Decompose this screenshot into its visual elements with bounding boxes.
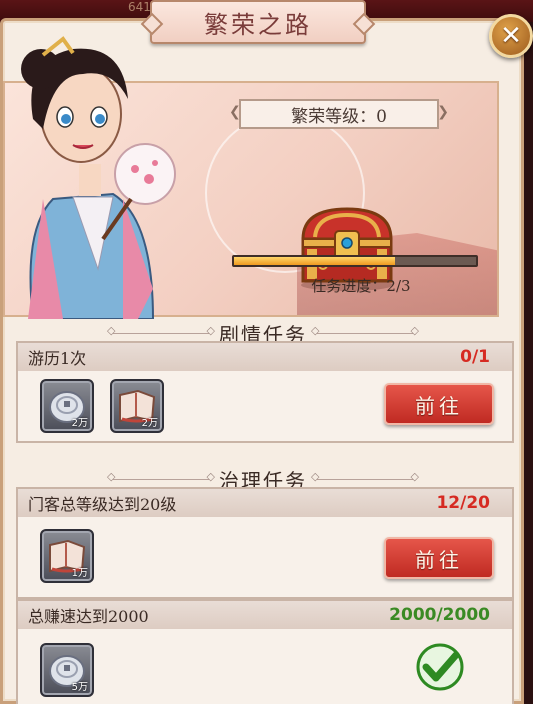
prosperity-level-plate: 繁荣等级：0	[229, 99, 449, 129]
divider-right	[311, 470, 419, 483]
task-progress: 12/20	[436, 493, 490, 513]
reward-quantity: 1万	[71, 568, 88, 579]
silver-coin-icon[interactable]: 5万	[40, 643, 94, 697]
task-card-header: 总赚速达到2000 2000/2000	[18, 601, 512, 629]
task-progress-bar	[232, 255, 478, 267]
reward-quantity: 2万	[71, 418, 88, 429]
task-card: 游历1次 0/1 2万 2万 前往	[16, 341, 514, 443]
task-name: 门客总等级达到20级	[28, 495, 177, 514]
go-button[interactable]: 前往	[384, 383, 494, 425]
divider-right	[311, 324, 419, 337]
task-card-body: 2万 2万 前往	[18, 371, 512, 441]
task-name: 游历1次	[28, 349, 87, 368]
window-title-plaque: 繁荣之路	[150, 0, 366, 44]
task-progress-label: 任务进度：2/3	[311, 277, 411, 295]
task-progress: 0/1	[460, 347, 490, 367]
reward-quantity: 5万	[71, 682, 88, 693]
task-card-header: 门客总等级达到20级 12/20	[18, 489, 512, 517]
task-name: 总赚速达到2000	[28, 607, 149, 626]
task-progress: 2000/2000	[389, 605, 490, 625]
scroll-book-icon[interactable]: 2万	[110, 379, 164, 433]
go-button-label: 前往	[415, 547, 463, 572]
window-title: 繁荣之路	[204, 10, 312, 39]
divider-left	[107, 470, 215, 483]
completed-check-icon	[416, 643, 464, 691]
task-card-body: 5万	[18, 629, 512, 699]
silver-coin-icon[interactable]: 2万	[40, 379, 94, 433]
close-button[interactable]: ✕	[489, 14, 533, 58]
go-button-label: 前往	[415, 393, 463, 418]
task-progress-fill	[234, 257, 396, 265]
go-button[interactable]: 前往	[384, 537, 494, 579]
reward-quantity: 2万	[141, 418, 158, 429]
scroll-book-icon[interactable]: 1万	[40, 529, 94, 583]
task-card: 门客总等级达到20级 12/20 1万 前往	[16, 487, 514, 599]
divider-left	[107, 324, 215, 337]
task-card: 总赚速达到2000 2000/2000 5万	[16, 599, 514, 704]
character-portrait	[21, 36, 176, 319]
prosperity-level-label: 繁荣等级：0	[291, 106, 387, 127]
prosperity-panel: 繁荣等级：0 任务进度：2/3 剧情任务 游历1次 0/1 2万	[0, 18, 524, 704]
close-icon: ✕	[500, 21, 522, 51]
task-card-body: 1万 前往	[18, 517, 512, 597]
task-card-header: 游历1次 0/1	[18, 343, 512, 371]
